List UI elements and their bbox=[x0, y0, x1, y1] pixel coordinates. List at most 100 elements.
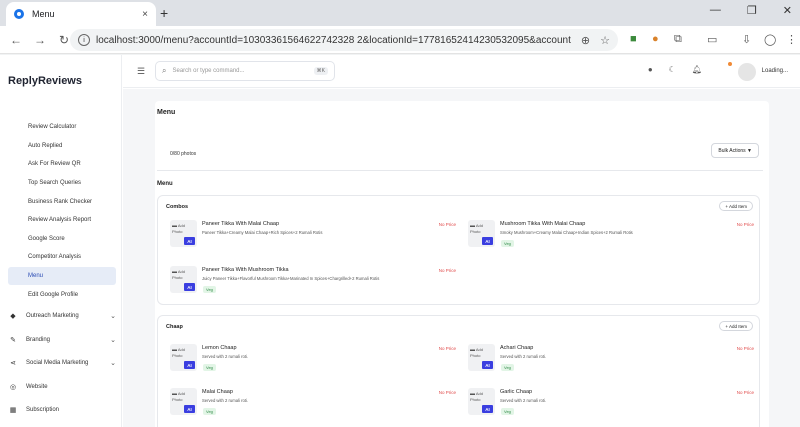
search-placeholder[interactable]: Search or type command... bbox=[172, 68, 244, 74]
add-photo-button[interactable]: ▬ Add Photo AI bbox=[468, 388, 495, 415]
menu-item[interactable]: ▬ Add Photo AI Malai Chaap Served with 2… bbox=[170, 388, 460, 418]
item-name: Paneer Tikka With Malai Chaap bbox=[202, 221, 280, 227]
sidebar-item-review-calculator[interactable]: Review Calculator bbox=[8, 118, 116, 137]
veg-badge: Veg bbox=[203, 364, 216, 371]
add-photo-button[interactable]: ▬ Add Photo AI bbox=[468, 220, 495, 247]
item-name: Mushroom Tikka With Malai Chaap bbox=[500, 221, 586, 227]
sidebar-group-website[interactable]: ◎ Website bbox=[8, 380, 116, 394]
item-price: No Price bbox=[736, 346, 754, 351]
restore-icon[interactable]: ❐ bbox=[747, 4, 757, 17]
user-name[interactable]: Loading... bbox=[762, 68, 788, 74]
ai-button[interactable]: AI bbox=[482, 361, 493, 369]
add-photo-button[interactable]: ▬ Add Photo AI bbox=[170, 388, 197, 415]
item-price: No Price bbox=[438, 268, 456, 273]
menu-item[interactable]: ▬ Add Photo AI Achari Chaap Served with … bbox=[468, 344, 758, 374]
browser-toolbar: ← → ↻ i localhost:3000/menu?accountId=10… bbox=[0, 26, 800, 54]
ai-button[interactable]: AI bbox=[184, 361, 195, 369]
zoom-icon[interactable]: ⊕ bbox=[581, 34, 590, 47]
sidebar-item-review-analysis-report[interactable]: Review Analysis Report bbox=[8, 211, 116, 230]
ai-button[interactable]: AI bbox=[482, 237, 493, 245]
add-photo-button[interactable]: ▬ Add Photo AI bbox=[468, 344, 495, 371]
menu-panel: Menu 0/80 photos Bulk Actions ▼ Menu Com… bbox=[155, 101, 769, 427]
ai-button[interactable]: AI bbox=[184, 283, 195, 291]
item-description: Served with 2 rumali roti. bbox=[500, 398, 547, 403]
item-name: Lemon Chaap bbox=[202, 345, 237, 351]
browser-tab[interactable]: Menu × bbox=[6, 2, 156, 26]
chevron-down-icon: ⌄ bbox=[110, 337, 116, 344]
sidebar-item-menu[interactable]: Menu bbox=[8, 266, 116, 286]
url-text[interactable]: localhost:3000/menu?accountId=1030336156… bbox=[96, 35, 571, 46]
item-description: Smoky Mushroom+Creamy Malai Chaap+Indian… bbox=[500, 230, 633, 235]
bookmark-star-icon[interactable]: ☆ bbox=[600, 34, 610, 47]
veg-badge: Veg bbox=[501, 364, 514, 371]
profile-icon[interactable]: ◯ bbox=[764, 33, 776, 46]
sidebar-group-social-media-marketing[interactable]: ⋖ Social Media Marketing ⌄ bbox=[8, 356, 116, 370]
ai-button[interactable]: AI bbox=[184, 237, 195, 245]
menu-item[interactable]: ▬ Add Photo AI Lemon Chaap Served with 2… bbox=[170, 344, 460, 374]
command-search[interactable]: ⌕ Search or type command... ⌘K bbox=[155, 61, 335, 81]
menu-item[interactable]: ▬ Add Photo AI Garlic Chaap Served with … bbox=[468, 388, 758, 418]
close-tab-icon[interactable]: × bbox=[142, 9, 148, 20]
veg-badge: Veg bbox=[501, 240, 514, 247]
status-icon[interactable]: ● bbox=[648, 65, 653, 74]
chevron-down-icon: ⌄ bbox=[110, 313, 116, 320]
menu-item[interactable]: ▬ Add Photo AI Mushroom Tikka With Malai… bbox=[468, 220, 758, 250]
sidebar-group-branding[interactable]: ✎ Branding ⌄ bbox=[8, 333, 116, 347]
sidebar-group-subscription[interactable]: ▦ Subscription bbox=[8, 403, 116, 417]
media-icon[interactable]: ▭ bbox=[707, 33, 717, 46]
tab-title: Menu bbox=[32, 9, 55, 19]
sidebar-item-google-score[interactable]: Google Score bbox=[8, 230, 116, 249]
sidebar-group-label: Branding bbox=[26, 337, 51, 343]
sidebar-item-business-rank-checker[interactable]: Business Rank Checker bbox=[8, 192, 116, 211]
sidebar-group-outreach-marketing[interactable]: ◆ Outreach Marketing ⌄ bbox=[8, 309, 116, 323]
notification-bell-icon[interactable]: 🔔︎ bbox=[692, 65, 702, 74]
category-combos: Combos + Add Item ▬ Add Photo AI Paneer … bbox=[157, 195, 760, 305]
veg-badge: Veg bbox=[203, 408, 216, 415]
sidebar-group-label: Website bbox=[26, 384, 48, 390]
minimize-icon[interactable]: — bbox=[710, 4, 721, 17]
sidebar-item-top-search-queries[interactable]: Top Search Queries bbox=[8, 174, 116, 193]
category-title: Combos bbox=[166, 204, 188, 210]
close-window-icon[interactable]: ✕ bbox=[783, 4, 792, 17]
category-chaap: Chaap + Add Item ▬ Add Photo AI Lemon Ch… bbox=[157, 315, 760, 427]
sidebar-item-competitor-analysis[interactable]: Competitor Analysis bbox=[8, 248, 116, 267]
back-icon[interactable]: ← bbox=[4, 33, 28, 47]
extension-icon[interactable]: ● bbox=[652, 33, 659, 45]
menu-toggle-icon[interactable]: ☰ bbox=[137, 66, 145, 77]
ai-button[interactable]: AI bbox=[184, 405, 195, 413]
globe-icon: ◎ bbox=[9, 384, 17, 391]
sidebar-item-auto-replied[interactable]: Auto Replied bbox=[8, 137, 116, 156]
brand-logo[interactable]: ReplyReviews bbox=[8, 75, 82, 87]
item-description: Served with 2 rumali roti. bbox=[500, 354, 547, 359]
topbar-actions: ● ☾ 🔔︎ bbox=[648, 65, 702, 74]
menu-item[interactable]: ▬ Add Photo AI Paneer Tikka With Malai C… bbox=[170, 220, 460, 250]
photos-summary: 0/80 photos Bulk Actions ▼ bbox=[157, 131, 763, 171]
item-price: No Price bbox=[736, 222, 754, 227]
menu-item[interactable]: ▬ Add Photo AI Paneer Tikka With Mushroo… bbox=[170, 266, 460, 296]
address-bar[interactable]: i localhost:3000/menu?accountId=10303361… bbox=[70, 29, 618, 51]
browser-menu-icon[interactable]: ⋮ bbox=[786, 33, 797, 46]
ai-button[interactable]: AI bbox=[482, 405, 493, 413]
item-description: Served with 2 rumali roti. bbox=[202, 354, 249, 359]
forward-icon[interactable]: → bbox=[28, 33, 52, 47]
extension-icon[interactable]: ■ bbox=[630, 33, 637, 45]
download-icon[interactable]: ⇩ bbox=[742, 33, 751, 46]
extensions-puzzle-icon[interactable]: ⧉ bbox=[674, 33, 682, 46]
add-photo-button[interactable]: ▬ Add Photo AI bbox=[170, 220, 197, 247]
add-photo-button[interactable]: ▬ Add Photo AI bbox=[170, 266, 197, 293]
add-item-button[interactable]: + Add Item bbox=[719, 321, 753, 331]
brush-icon: ✎ bbox=[10, 337, 16, 344]
item-price: No Price bbox=[438, 346, 456, 351]
sidebar-item-ask-for-review-qr[interactable]: Ask For Review QR bbox=[8, 155, 116, 174]
bulk-actions-button[interactable]: Bulk Actions ▼ bbox=[711, 143, 759, 158]
add-photo-button[interactable]: ▬ Add Photo AI bbox=[170, 344, 197, 371]
item-name: Garlic Chaap bbox=[500, 389, 533, 395]
site-info-icon[interactable]: i bbox=[78, 34, 90, 46]
app-root: ReplyReviews Review Calculator Auto Repl… bbox=[0, 55, 800, 427]
avatar[interactable] bbox=[738, 63, 756, 81]
sidebar-item-edit-google-profile[interactable]: Edit Google Profile bbox=[8, 285, 116, 304]
dark-mode-icon[interactable]: ☾ bbox=[669, 65, 676, 74]
item-description: Served with 2 rumali roti. bbox=[202, 398, 249, 403]
add-item-button[interactable]: + Add Item bbox=[719, 201, 753, 211]
new-tab-button[interactable]: + bbox=[160, 5, 168, 21]
